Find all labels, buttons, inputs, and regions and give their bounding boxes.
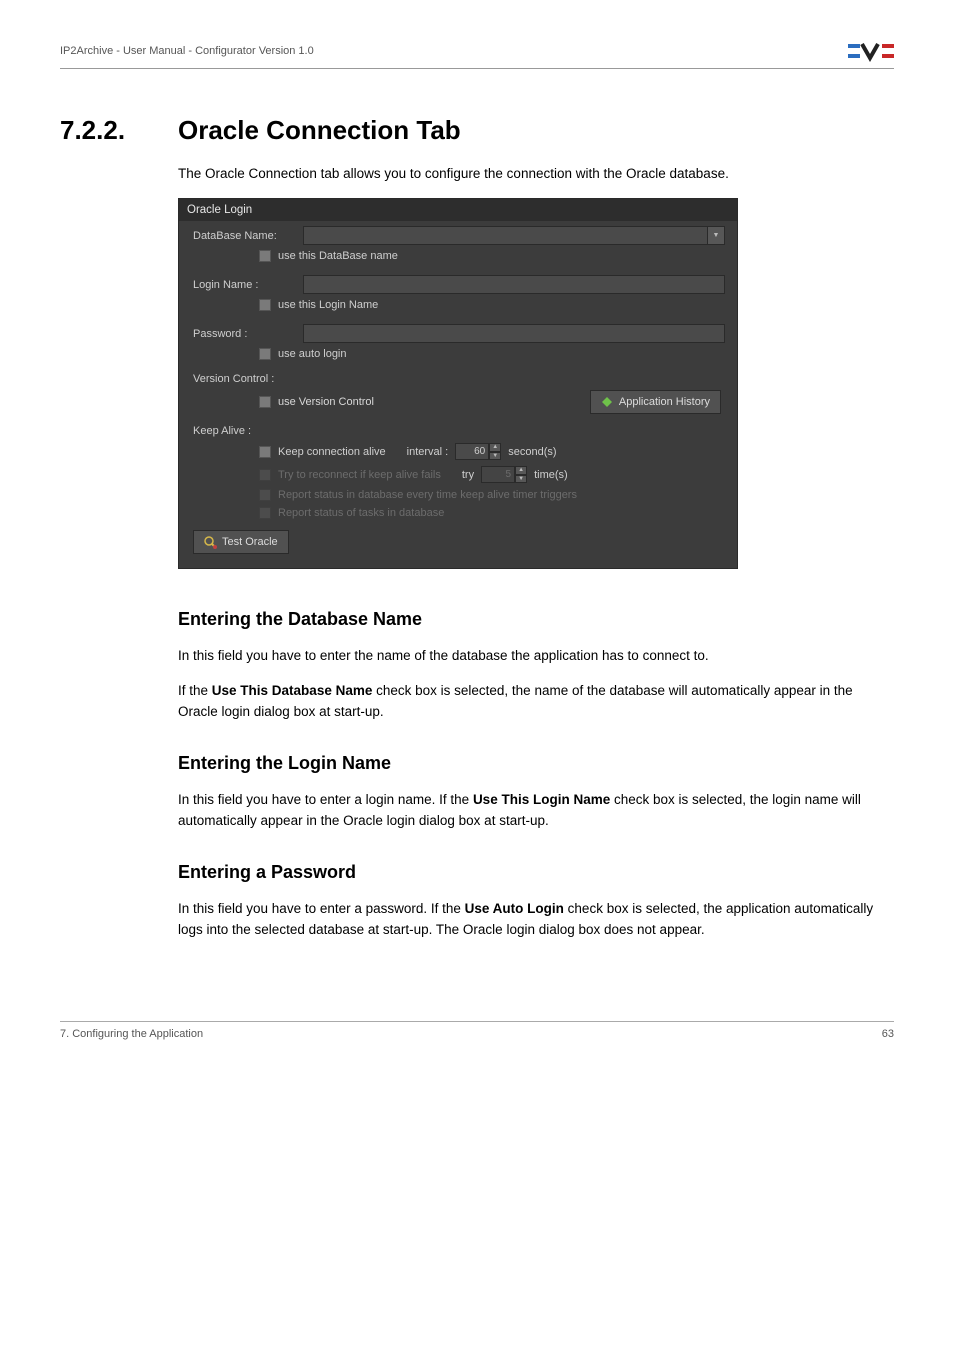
interval-input[interactable]: 60 bbox=[455, 443, 489, 460]
page-header: IP2Archive - User Manual - Configurator … bbox=[60, 40, 894, 69]
history-button-label: Application History bbox=[619, 396, 710, 408]
page-footer: 7. Configuring the Application 63 bbox=[60, 1021, 894, 1040]
section-heading: 7.2.2. Oracle Connection Tab bbox=[60, 115, 894, 146]
db-para1: In this field you have to enter the name… bbox=[178, 646, 894, 667]
keep-connection-label: Keep connection alive bbox=[278, 446, 386, 458]
reconnect-label: Try to reconnect if keep alive fails bbox=[278, 469, 441, 481]
version-label: Version Control : bbox=[193, 373, 303, 385]
report-status-checkbox[interactable] bbox=[259, 489, 271, 501]
use-login-checkbox[interactable] bbox=[259, 299, 271, 311]
auto-login-checkbox[interactable] bbox=[259, 348, 271, 360]
keepalive-label: Keep Alive : bbox=[193, 425, 303, 437]
password-label: Password : bbox=[193, 328, 303, 340]
panel-title: Oracle Login bbox=[179, 199, 737, 221]
footer-page-number: 63 bbox=[882, 1028, 894, 1040]
spin-up-icon[interactable]: ▲ bbox=[489, 443, 501, 452]
report-tasks-checkbox[interactable] bbox=[259, 507, 271, 519]
pw-heading: Entering a Password bbox=[178, 862, 894, 883]
breadcrumb: IP2Archive - User Manual - Configurator … bbox=[60, 45, 314, 57]
section-intro: The Oracle Connection tab allows you to … bbox=[178, 164, 894, 184]
use-database-label: use this DataBase name bbox=[278, 250, 398, 262]
reconnect-checkbox[interactable] bbox=[259, 469, 271, 481]
use-database-checkbox[interactable] bbox=[259, 250, 271, 262]
interval-unit: second(s) bbox=[508, 446, 556, 458]
login-heading: Entering the Login Name bbox=[178, 753, 894, 774]
pw-para: In this field you have to enter a passwo… bbox=[178, 899, 894, 941]
keep-connection-checkbox[interactable] bbox=[259, 446, 271, 458]
database-input[interactable] bbox=[303, 226, 708, 245]
version-control-checkbox[interactable] bbox=[259, 396, 271, 408]
spin-up-icon[interactable]: ▲ bbox=[515, 466, 527, 475]
history-icon bbox=[601, 396, 613, 408]
login-para: In this field you have to enter a login … bbox=[178, 790, 894, 832]
report-status-label: Report status in database every time kee… bbox=[278, 489, 577, 501]
database-label: DataBase Name: bbox=[193, 230, 303, 242]
try-unit: time(s) bbox=[534, 469, 568, 481]
test-icon bbox=[204, 536, 216, 548]
test-button-label: Test Oracle bbox=[222, 536, 278, 548]
login-label: Login Name : bbox=[193, 279, 303, 291]
spin-down-icon[interactable]: ▼ bbox=[489, 452, 501, 461]
footer-left: 7. Configuring the Application bbox=[60, 1028, 203, 1040]
db-para2: If the Use This Database Name check box … bbox=[178, 681, 894, 723]
spin-down-icon[interactable]: ▼ bbox=[515, 475, 527, 484]
db-heading: Entering the Database Name bbox=[178, 609, 894, 630]
login-input[interactable] bbox=[303, 275, 725, 294]
section-number: 7.2.2. bbox=[60, 115, 178, 146]
application-history-button[interactable]: Application History bbox=[590, 390, 721, 414]
test-oracle-button[interactable]: Test Oracle bbox=[193, 530, 289, 554]
logo bbox=[848, 40, 894, 62]
auto-login-label: use auto login bbox=[278, 348, 347, 360]
database-dropdown-icon[interactable]: ▼ bbox=[707, 226, 725, 245]
report-tasks-label: Report status of tasks in database bbox=[278, 507, 444, 519]
interval-label: interval : bbox=[407, 446, 449, 458]
password-input[interactable] bbox=[303, 324, 725, 343]
try-label: try bbox=[462, 469, 474, 481]
try-input[interactable]: 5 bbox=[481, 466, 515, 483]
version-control-label: use Version Control bbox=[278, 396, 374, 408]
section-title: Oracle Connection Tab bbox=[178, 115, 461, 146]
use-login-label: use this Login Name bbox=[278, 299, 378, 311]
oracle-login-panel: Oracle Login DataBase Name: ▼ use this D… bbox=[178, 198, 738, 569]
